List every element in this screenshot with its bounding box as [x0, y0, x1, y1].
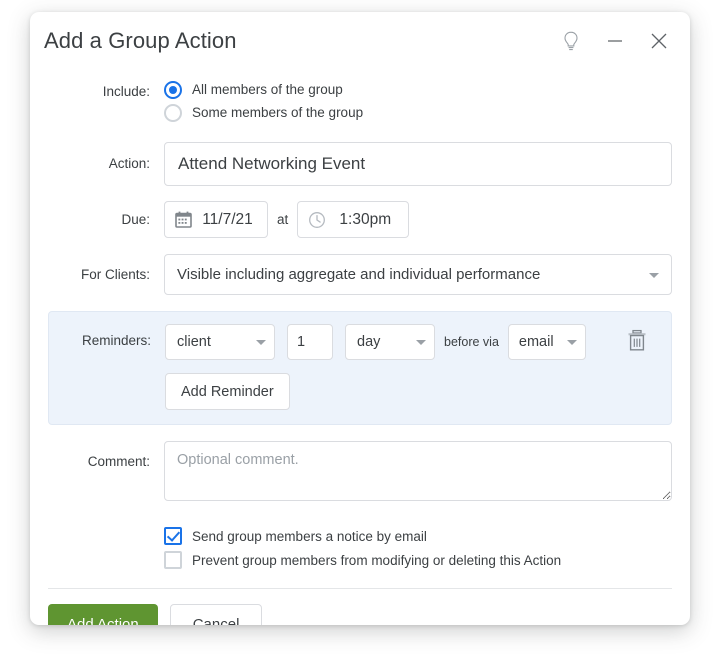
minimize-icon[interactable] [602, 28, 628, 54]
dialog-body: Include: All members of the group Some m… [30, 78, 690, 589]
chevron-down-icon [256, 340, 266, 345]
chevron-down-icon [416, 340, 426, 345]
due-time-value: 1:30pm [339, 210, 392, 228]
reminder-controls: client day before via email [165, 324, 671, 360]
add-reminder-row: Add Reminder [49, 373, 671, 410]
close-icon[interactable] [646, 28, 672, 54]
add-group-action-dialog: Add a Group Action Include: All members … [30, 12, 690, 625]
for-clients-field-wrap: Visible including aggregate and individu… [164, 254, 672, 295]
dialog-titlebar: Add a Group Action [30, 12, 690, 70]
checkbox-prevent-modify-box[interactable] [164, 551, 182, 569]
due-label: Due: [121, 212, 150, 227]
radio-all-members-indicator[interactable] [164, 80, 182, 99]
reminder-unit-select[interactable]: day [345, 324, 435, 360]
checkbox-send-notice[interactable]: Send group members a notice by email [164, 524, 672, 548]
reminder-channel-select[interactable]: email [507, 324, 586, 360]
window-controls [558, 28, 672, 54]
checkbox-send-notice-box[interactable] [164, 527, 182, 545]
action-row: Action: [48, 142, 672, 186]
reminder-amount-input[interactable] [287, 324, 333, 360]
reminder-recipient-value: client [177, 334, 211, 350]
due-row: Due: 11/7/21 at 1:30pm [48, 201, 672, 238]
action-label: Action: [108, 156, 150, 171]
checkbox-prevent-modify-label: Prevent group members from modifying or … [192, 552, 562, 568]
due-time-picker[interactable]: 1:30pm [297, 201, 410, 238]
action-field-wrap [164, 142, 672, 186]
radio-all-members[interactable]: All members of the group [164, 78, 672, 101]
reminder-channel-value: email [518, 334, 554, 350]
screen: Add a Group Action Include: All members … [0, 0, 720, 666]
comment-label: Comment: [87, 454, 150, 469]
checkbox-send-notice-label: Send group members a notice by email [192, 528, 427, 544]
for-clients-select[interactable]: Visible including aggregate and individu… [164, 254, 672, 295]
add-reminder-spacer [49, 373, 165, 410]
due-at-label: at [277, 212, 289, 227]
comment-textarea[interactable] [164, 441, 672, 501]
add-action-button[interactable]: Add Action [48, 604, 158, 625]
reminder-before-via-label: before via [444, 335, 499, 349]
trash-icon[interactable] [623, 326, 651, 356]
reminder-unit-value: day [357, 334, 381, 350]
add-reminder-button[interactable]: Add Reminder [165, 373, 290, 410]
chevron-down-icon [566, 340, 577, 345]
cancel-button[interactable]: Cancel [169, 604, 263, 625]
dialog-title: Add a Group Action [44, 28, 237, 53]
reminders-label: Reminders: [81, 333, 151, 348]
include-label: Include: [102, 84, 150, 99]
calendar-icon [175, 211, 192, 228]
dialog-footer: Add Action Cancel [30, 589, 690, 625]
for-clients-row: For Clients: Visible including aggregate… [48, 254, 672, 295]
radio-some-members-label: Some members of the group [192, 105, 364, 120]
reminders-panel: Reminders: client day before via [48, 311, 672, 425]
due-date-picker[interactable]: 11/7/21 [164, 201, 268, 238]
reminder-recipient-select[interactable]: client [165, 324, 275, 360]
options-checkboxes: Send group members a notice by email Pre… [48, 524, 672, 572]
action-input[interactable] [164, 142, 672, 186]
checkbox-prevent-modify[interactable]: Prevent group members from modifying or … [164, 548, 672, 572]
radio-some-members-indicator[interactable] [164, 103, 182, 122]
radio-all-members-label: All members of the group [192, 82, 343, 97]
comment-row: Comment: [48, 441, 672, 506]
due-field-wrap: 11/7/21 at 1:30pm [164, 201, 672, 238]
comment-field-wrap [164, 441, 672, 506]
due-date-value: 11/7/21 [202, 210, 253, 228]
clock-icon [308, 211, 326, 229]
for-clients-label: For Clients: [80, 267, 150, 282]
include-options: All members of the group Some members of… [164, 78, 672, 124]
chevron-down-icon [649, 272, 659, 278]
include-row: Include: All members of the group Some m… [48, 78, 672, 124]
reminder-row: Reminders: client day before via [49, 324, 671, 360]
radio-some-members[interactable]: Some members of the group [164, 101, 672, 124]
help-lightbulb-icon[interactable] [558, 28, 584, 54]
for-clients-value: Visible including aggregate and individu… [177, 266, 541, 283]
